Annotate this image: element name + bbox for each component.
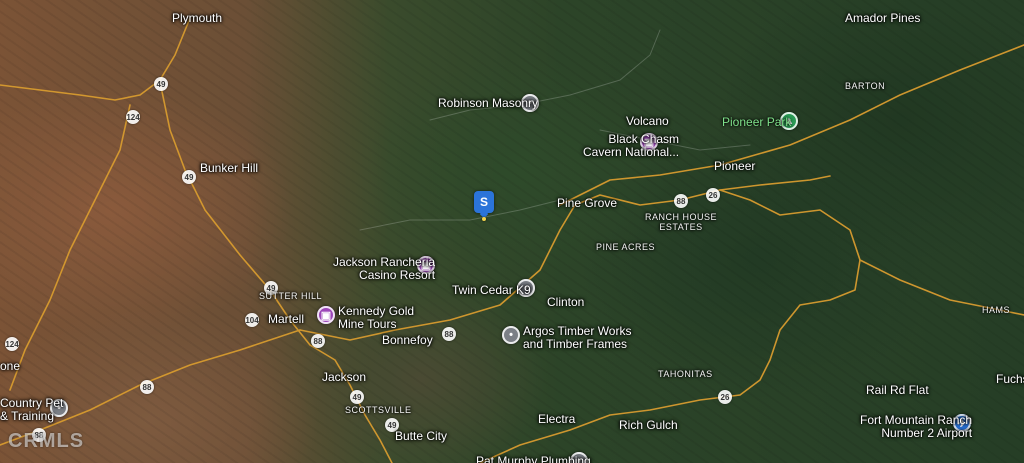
route-shield-88: 88	[140, 380, 154, 394]
map-label-one: one	[0, 359, 21, 373]
map-label-kennedy-gold: Kennedy Gold Mine Tours	[338, 304, 415, 332]
route-shield-49: 49	[182, 170, 196, 184]
map-label-fort-mountain: Fort Mountain Ranch Number 2 Airport	[860, 413, 973, 441]
map-label-pioneer-park: Pioneer Park	[722, 115, 792, 129]
route-shield-88: 88	[442, 327, 456, 341]
map-label-amador-pines: Amador Pines	[845, 11, 921, 25]
route-shield-49: 49	[350, 390, 364, 404]
route-shield-88: 88	[674, 194, 688, 208]
map-label-electra: Electra	[538, 412, 576, 426]
attraction-icon[interactable]: ▣	[317, 306, 335, 324]
map-label-bunker-hill: Bunker Hill	[200, 161, 259, 175]
route-shield-26: 26	[718, 390, 732, 404]
map-label-country-pet: Country Pet & Training	[0, 396, 64, 424]
map-label-pioneer: Pioneer	[714, 159, 756, 173]
route-shield-104: 104	[245, 313, 259, 327]
map-label-butte-city: Butte City	[395, 429, 448, 443]
map-label-plymouth: Plymouth	[172, 11, 223, 25]
map-label-jackson-rancheria: Jackson Rancheria Casino Resort	[333, 255, 436, 283]
map-label-sutter-hill: SUTTER HILL	[259, 291, 323, 301]
satellite-map[interactable]: 49 124 49 49 88 26 88 88 104 124 88 49 4…	[0, 0, 1024, 463]
poi-argos-timber-icon[interactable]: •	[502, 326, 520, 344]
route-shield-124: 124	[5, 337, 19, 351]
map-label-martell: Martell	[268, 312, 305, 326]
map-label-bonnefoy: Bonnefoy	[382, 333, 433, 347]
map-label-rail-rd-flat: Rail Rd Flat	[866, 383, 929, 397]
map-label-robinson-masonry: Robinson Masonry	[438, 96, 539, 110]
route-shield-49: 49	[154, 77, 168, 91]
map-label-twin-cedar-k9: Twin Cedar K9	[452, 283, 531, 297]
map-label-ranch-house-estates: RANCH HOUSE ESTATES	[645, 212, 718, 232]
map-label-black-chasm: Black Chasm Cavern National...	[583, 132, 680, 160]
map-label-rich-gulch: Rich Gulch	[619, 418, 678, 432]
crmls-watermark: CRMLS	[8, 430, 85, 452]
road-124	[9, 104, 131, 391]
map-label-pat-murphy: Pat Murphy Plumbing	[476, 454, 591, 463]
map-label-clinton: Clinton	[547, 295, 585, 309]
map-label-tahonitas: TAHONITAS	[658, 369, 713, 379]
map-label-hams: HAMS	[982, 305, 1011, 315]
map-label-pine-acres: PINE ACRES	[596, 242, 656, 252]
map-label-fuchs: Fuchs	[996, 372, 1024, 386]
map-label-scottsville: SCOTTSVILLE	[345, 405, 412, 415]
map-label-barton: BARTON	[845, 81, 886, 91]
map-label-jackson: Jackson	[322, 370, 367, 384]
route-shield-124: 124	[126, 110, 140, 124]
map-label-pine-grove: Pine Grove	[557, 196, 618, 210]
route-shield-88: 88	[311, 334, 325, 348]
map-label-volcano: Volcano	[626, 114, 669, 128]
map-label-argos-timber: Argos Timber Works and Timber Frames	[523, 324, 632, 352]
route-shield-26: 26	[706, 188, 720, 202]
marker-dot	[482, 217, 486, 221]
selected-property-marker[interactable]: S	[474, 191, 494, 221]
